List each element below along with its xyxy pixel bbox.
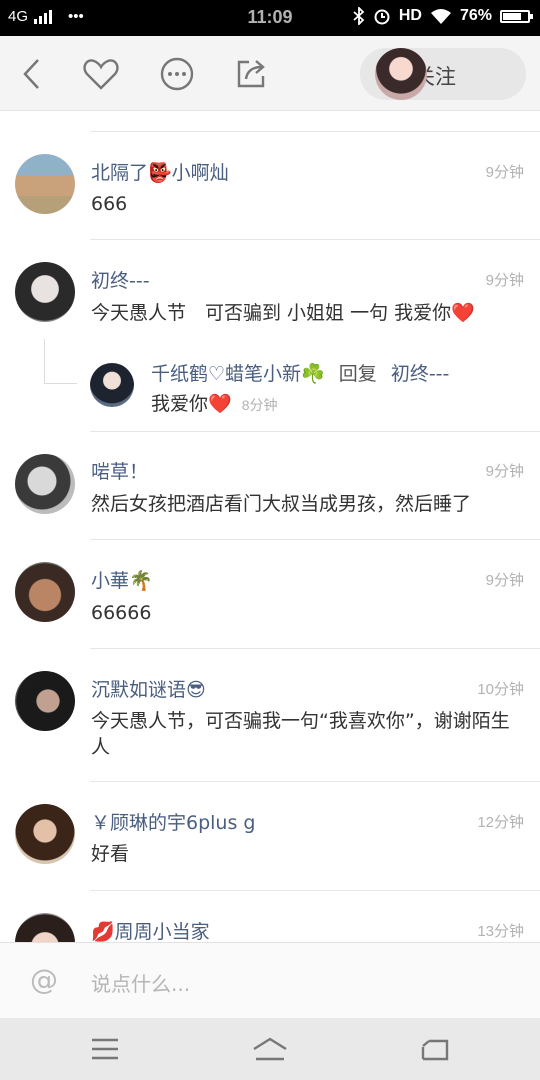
reply-text: 我爱你❤️: [151, 393, 232, 415]
commenter-name[interactable]: 💋周周小当家: [91, 917, 210, 942]
battery-percent: 76%: [459, 7, 492, 24]
more-button[interactable]: [157, 54, 197, 94]
reply-target-name[interactable]: 初终---: [391, 363, 450, 385]
back-button[interactable]: [12, 54, 52, 94]
comment-text: 然后女孩把酒店看门大叔当成男孩，然后睡了: [91, 493, 472, 515]
nav-back-button[interactable]: [415, 1032, 455, 1066]
alarm-icon: [374, 9, 390, 25]
comment-text: 今天愚人节 可否骗到 小姐姐 一句 我爱你❤️: [91, 302, 475, 324]
comment-list[interactable]: 北隔了👺小啊灿 9分钟 666 初终--- 9分钟 今天愚人节 可否骗到 小姐姐…: [0, 111, 540, 942]
back-icon: [23, 59, 39, 89]
home-icon: [253, 1037, 287, 1061]
comment-text: 66666: [91, 602, 152, 624]
divider: [90, 890, 540, 891]
divider: [90, 648, 540, 649]
comment-time: 10分钟: [477, 681, 524, 698]
status-bar: 4G ••• 11:09 HD 76%: [0, 0, 540, 36]
commenter-name[interactable]: 沉默如谜语😎: [91, 675, 206, 702]
commenter-name[interactable]: 小華🌴: [91, 566, 153, 593]
divider: [90, 539, 540, 540]
divider: [90, 239, 540, 240]
commenter-name[interactable]: 北隔了👺小啊灿: [91, 158, 229, 185]
menu-icon: [92, 1038, 118, 1060]
reply-time: 8分钟: [241, 397, 278, 413]
menu-button[interactable]: [85, 1032, 125, 1066]
commenter-name[interactable]: ￥顾琳的宇6plus g: [91, 808, 255, 835]
comment-text: 今天愚人节，可否骗我一句“我喜欢你”，谢谢陌生人: [91, 710, 510, 758]
bluetooth-icon: [353, 7, 365, 25]
back-nav-icon: [421, 1039, 449, 1061]
commenter-name[interactable]: 初终---: [91, 266, 150, 293]
comment-input-bar: @ 说点什么...: [0, 942, 540, 1018]
comment-time: 9分钟: [485, 164, 524, 181]
at-mention-icon[interactable]: @: [30, 963, 58, 996]
status-right: HD 76%: [353, 7, 533, 25]
avatar[interactable]: [15, 804, 75, 864]
author-avatar[interactable]: [375, 48, 427, 100]
comment-time: 12分钟: [477, 814, 524, 831]
share-icon: [237, 60, 265, 88]
avatar[interactable]: [15, 454, 75, 514]
comment-time: 13分钟: [477, 923, 524, 940]
reply-avatar[interactable]: [90, 363, 134, 407]
comment-text: 666: [91, 193, 128, 215]
comment-text: 好看: [91, 843, 130, 865]
system-nav-bar: [0, 1018, 540, 1080]
home-button[interactable]: [250, 1032, 290, 1066]
avatar[interactable]: [15, 262, 75, 322]
comment-input[interactable]: 说点什么...: [91, 968, 190, 997]
reply-text-row: 我爱你❤️ 8分钟: [151, 391, 278, 418]
reply-author-name[interactable]: 千纸鹤♡蜡笔小新☘️: [151, 363, 325, 385]
comment-time: 9分钟: [485, 463, 524, 480]
divider: [90, 431, 540, 432]
avatar[interactable]: [15, 913, 75, 942]
reply-header: 千纸鹤♡蜡笔小新☘️ 回复 初终---: [151, 359, 449, 386]
commenter-name[interactable]: 啱草！: [91, 457, 148, 484]
reply-action: 回复: [338, 363, 377, 385]
wifi-icon: [430, 9, 451, 24]
reply-connector: [44, 339, 77, 384]
share-button[interactable]: [231, 54, 271, 94]
battery-icon: [500, 9, 533, 23]
follow-button[interactable]: + 关注: [360, 48, 526, 100]
heart-icon: [83, 59, 119, 90]
divider: [90, 781, 540, 782]
avatar[interactable]: [15, 671, 75, 731]
comment-time: 9分钟: [485, 572, 524, 589]
avatar[interactable]: [15, 154, 75, 214]
comment-time: 9分钟: [485, 272, 524, 289]
avatar[interactable]: [15, 562, 75, 622]
hd-label: HD: [398, 7, 422, 24]
battery-fill: [503, 12, 522, 20]
top-toolbar: + 关注: [0, 36, 540, 111]
divider: [90, 131, 540, 132]
like-button[interactable]: [81, 54, 121, 94]
more-icon: [160, 57, 194, 91]
